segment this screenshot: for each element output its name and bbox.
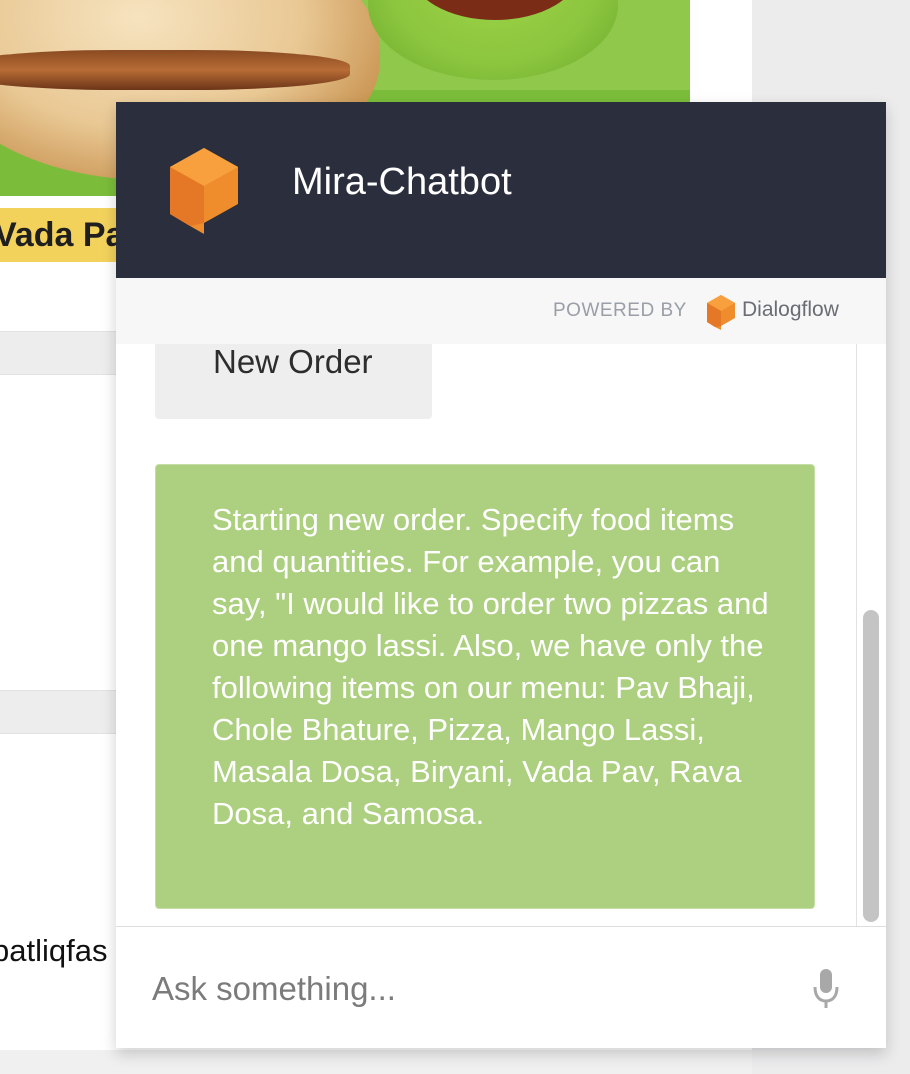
dialogflow-label: Dialogflow <box>742 298 839 321</box>
user-message-text: New Order <box>213 344 373 380</box>
user-message-bubble: New Order <box>155 344 432 419</box>
chat-header: Mira-Chatbot <box>116 102 886 278</box>
microphone-icon <box>813 969 839 1008</box>
dialogflow-bot-icon <box>170 148 238 234</box>
scrollbar-thumb[interactable] <box>863 610 879 922</box>
ask-input[interactable] <box>152 963 772 1015</box>
bot-name: Mira-Chatbot <box>292 161 512 203</box>
partial-text: patliqfas <box>0 933 108 968</box>
chat-widget: Mira-Chatbot POWERED BY Dialogflow New O… <box>116 102 886 1048</box>
section-divider <box>0 690 130 734</box>
powered-by-label: POWERED BY <box>553 300 687 321</box>
bot-message-bubble: Starting new order. Specify food items a… <box>155 464 815 909</box>
food-item-label: Vada Pav <box>0 208 130 262</box>
section-divider <box>0 331 130 375</box>
chat-input-area <box>116 926 886 1048</box>
powered-by-bar: POWERED BY Dialogflow <box>116 278 886 344</box>
message-list[interactable]: New Order Starting new order. Specify fo… <box>116 344 856 926</box>
bot-message-text: Starting new order. Specify food items a… <box>212 502 769 831</box>
chat-scrollbar[interactable] <box>856 344 886 926</box>
dialogflow-logo-icon <box>707 295 735 330</box>
mic-button[interactable] <box>810 967 842 1011</box>
